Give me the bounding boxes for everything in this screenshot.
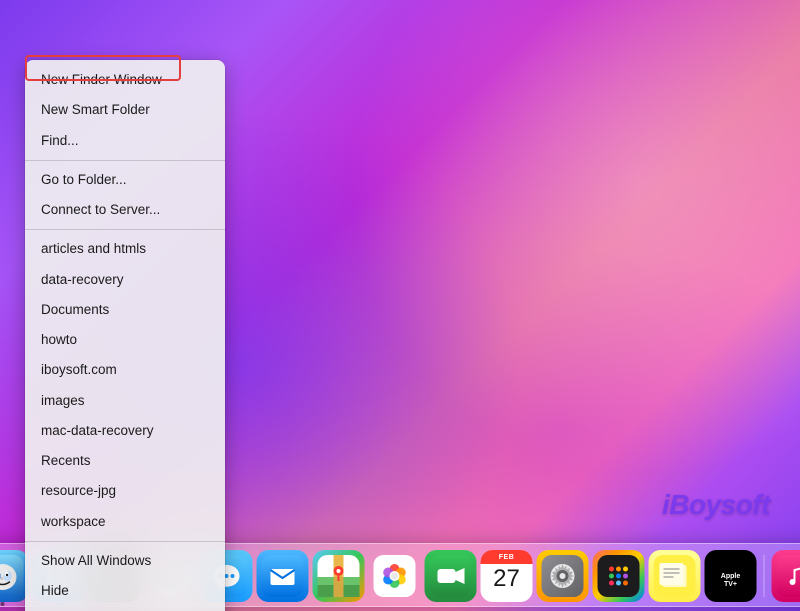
iboysoft-watermark: iBoysoft <box>662 489 770 521</box>
desktop: New Finder Window New Smart Folder Find.… <box>0 0 800 611</box>
calendar-date: 27 <box>493 565 520 594</box>
svg-text:TV+: TV+ <box>724 581 737 588</box>
menu-separator-2 <box>25 229 225 230</box>
menu-separator-3 <box>25 541 225 542</box>
dock-item-maps[interactable] <box>313 550 365 602</box>
context-menu: New Finder Window New Smart Folder Find.… <box>25 60 225 611</box>
menu-item-hide[interactable]: Hide <box>25 576 225 606</box>
menu-item-new-smart-folder[interactable]: New Smart Folder <box>25 95 225 125</box>
calendar-month: FEB <box>481 550 533 564</box>
dock-item-system-prefs[interactable] <box>537 550 589 602</box>
menu-item-data-recovery[interactable]: data-recovery <box>25 265 225 295</box>
menu-item-new-finder-window[interactable]: New Finder Window <box>25 65 225 95</box>
dock-item-launchpad2[interactable] <box>593 550 645 602</box>
menu-separator-1 <box>25 160 225 161</box>
menu-item-articles-and-htmls[interactable]: articles and htmls <box>25 234 225 264</box>
menu-item-connect-to-server[interactable]: Connect to Server... <box>25 195 225 225</box>
menu-item-relaunch[interactable]: Relaunch <box>25 606 225 611</box>
menu-item-documents[interactable]: Documents <box>25 295 225 325</box>
menu-item-show-all-windows[interactable]: Show All Windows <box>25 546 225 576</box>
menu-item-iboysoft-com[interactable]: iboysoft.com <box>25 355 225 385</box>
menu-item-go-to-folder[interactable]: Go to Folder... <box>25 165 225 195</box>
dock-item-photos[interactable] <box>369 550 421 602</box>
svg-text:Apple: Apple <box>721 573 741 580</box>
menu-item-find[interactable]: Find... <box>25 126 225 156</box>
menu-item-recents[interactable]: Recents <box>25 446 225 476</box>
dock-item-mail[interactable] <box>257 550 309 602</box>
dock-item-facetime[interactable] <box>425 550 477 602</box>
dock-item-music[interactable] <box>772 550 800 602</box>
dock-separator <box>764 555 765 597</box>
menu-item-howto[interactable]: howto <box>25 325 225 355</box>
menu-item-images[interactable]: images <box>25 386 225 416</box>
menu-item-workspace[interactable]: workspace <box>25 507 225 537</box>
dock-item-notes[interactable] <box>649 550 701 602</box>
dock-item-appletv[interactable]: Apple TV+ <box>705 550 757 602</box>
menu-item-mac-data-recovery[interactable]: mac-data-recovery <box>25 416 225 446</box>
finder-dot <box>1 602 5 606</box>
dock-item-calendar[interactable]: FEB 27 <box>481 550 533 602</box>
menu-item-resource-jpg[interactable]: resource-jpg <box>25 476 225 506</box>
